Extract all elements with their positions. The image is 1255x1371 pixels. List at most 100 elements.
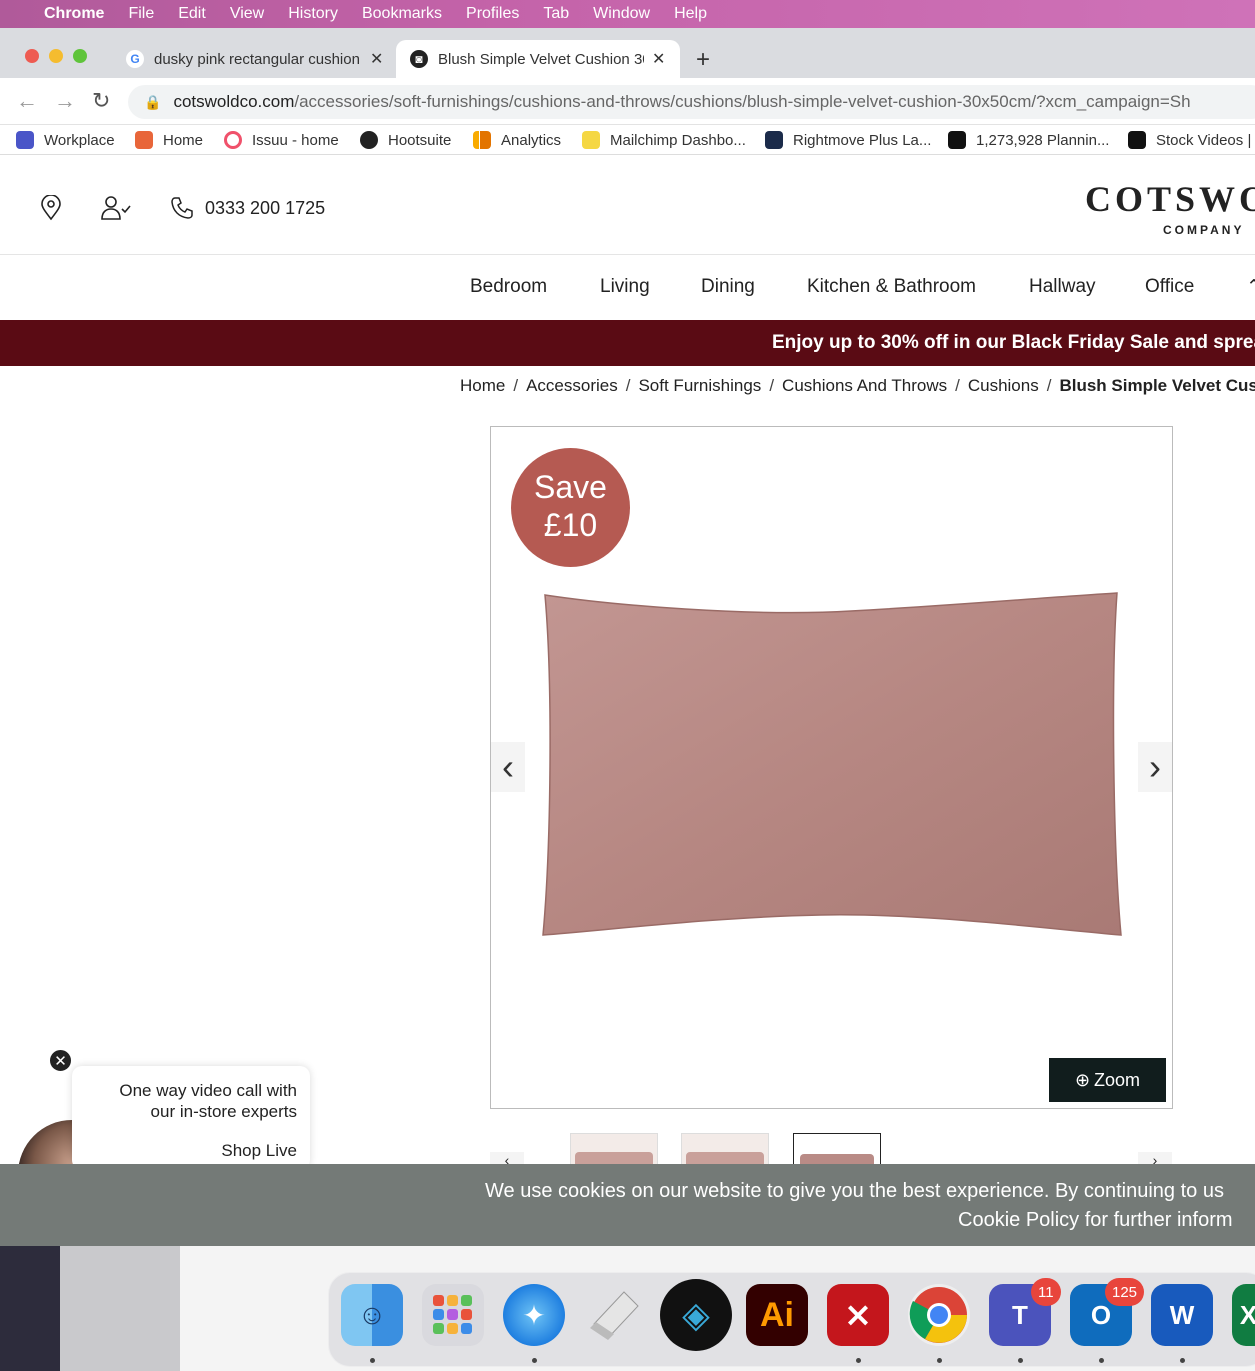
cookie-policy-link[interactable]: Cookie Policy for further inform [958,1209,1233,1232]
promo-banner[interactable]: Enjoy up to 30% off in our Black Friday … [0,320,1255,366]
bookmark-stock-videos[interactable]: Stock Videos | [1128,131,1251,149]
bookmark-home[interactable]: Home [135,131,203,149]
menu-history[interactable]: History [288,5,338,23]
menu-view[interactable]: View [230,5,264,23]
menu-app-name[interactable]: Chrome [44,5,104,23]
bookmark-label: Hootsuite [388,131,452,149]
url-path: /accessories/soft-furnishings/cushions-a… [294,92,1191,111]
video-call-popup[interactable]: One way video call with our in-store exp… [72,1066,310,1170]
cookie-banner: We use cookies on our website to give yo… [0,1164,1255,1246]
chevron-right-icon: › [1149,746,1161,787]
bookmark-hootsuite[interactable]: Hootsuite [360,131,451,149]
menu-profiles[interactable]: Profiles [466,5,519,23]
workplace-icon [16,131,34,149]
illustrator-label: Ai [760,1295,794,1334]
illustrator-icon[interactable]: Ai [746,1284,808,1346]
close-tab-icon[interactable]: ✕ [370,49,383,69]
nav-kitchen-bathroom[interactable]: Kitchen & Bathroom [807,276,976,298]
tab-cotswold-product[interactable]: ◙ Blush Simple Velvet Cushion 30x50cm ✕ [396,40,680,78]
breadcrumb-accessories[interactable]: Accessories [526,376,618,395]
zoom-label: Zoom [1094,1069,1141,1090]
finder-icon[interactable]: ☺ [341,1284,403,1346]
menu-window[interactable]: Window [593,5,650,23]
gallery-next-button[interactable]: › [1138,742,1172,792]
tab-google-search[interactable]: G dusky pink rectangular cushion ✕ [112,40,394,78]
menu-edit[interactable]: Edit [178,5,206,23]
bookmark-rightmove[interactable]: Rightmove Plus La... [765,131,931,149]
rightmove-icon [765,131,783,149]
bookmark-mailchimp[interactable]: Mailchimp Dashbo... [582,131,746,149]
cotswold-company-icon: ◙ [410,50,428,68]
new-tab-icon[interactable]: + [696,46,710,74]
mailchimp-icon [582,131,600,149]
safari-icon[interactable]: ✦ [503,1284,565,1346]
thumbnail-3[interactable] [793,1133,881,1167]
bookmark-analytics[interactable]: Analytics [473,131,561,149]
cookie-text-1: We use cookies on our website to give yo… [485,1180,1224,1202]
save-badge: Save £10 [511,448,630,567]
forward-icon[interactable]: → [54,88,76,114]
bookmark-planning[interactable]: 1,273,928 Plannin... [948,131,1109,149]
close-window-button[interactable] [25,49,39,63]
macos-menu-bar: Chrome File Edit View History Bookmarks … [0,0,1255,28]
bookmark-label: Rightmove Plus La... [793,131,932,149]
zoom-window-button[interactable] [73,49,87,63]
close-popup-icon[interactable]: ✕ [48,1048,73,1073]
nav-dining[interactable]: Dining [701,276,755,298]
breadcrumb-separator: / [769,376,775,395]
bookmark-issuu[interactable]: Issuu - home [224,131,339,149]
breadcrumb-cushions-and-throws[interactable]: Cushions And Throws [782,376,947,395]
breadcrumb-home[interactable]: Home [460,376,505,395]
reload-icon[interactable]: ↻ [92,88,110,114]
menu-file[interactable]: File [128,5,154,23]
nav-more-icon[interactable]: ⌃ [1246,276,1255,299]
gallery-prev-button[interactable]: ‹ [491,742,525,792]
bookmark-workplace[interactable]: Workplace [16,131,115,149]
breadcrumb-soft-furnishings[interactable]: Soft Furnishings [638,376,761,395]
analytics-icon [473,131,491,149]
zoom-button[interactable]: ⊕ Zoom [1049,1058,1166,1102]
bookmark-label: Home [163,131,204,149]
menu-bookmarks[interactable]: Bookmarks [362,5,442,23]
desktop-window-edge [60,1246,180,1371]
nav-hallway[interactable]: Hallway [1029,276,1096,298]
address-bar[interactable]: 🔒 cotswoldco.com/accessories/soft-furnis… [128,85,1255,119]
nav-bedroom[interactable]: Bedroom [470,276,547,298]
acrobat-icon[interactable]: ⨯ [827,1284,889,1346]
outlook-running-dot [1099,1358,1104,1363]
capture-one-icon[interactable]: ◈ [660,1279,732,1351]
teams-label: T [1012,1299,1028,1330]
bookmark-label: Mailchimp Dashbo... [610,131,746,149]
store-locator-icon[interactable] [40,195,62,221]
breadcrumb-cushions[interactable]: Cushions [968,376,1039,395]
minimize-window-button[interactable] [49,49,63,63]
breadcrumb-separator: / [1046,376,1052,395]
save-amount: £10 [543,507,598,543]
nav-office[interactable]: Office [1145,276,1194,298]
hootsuite-icon [360,131,378,149]
bookmark-label: Analytics [501,131,562,149]
breadcrumb-separator: / [513,376,519,395]
menu-tab[interactable]: Tab [543,5,569,23]
nav-living[interactable]: Living [600,276,650,298]
chrome-icon[interactable] [908,1284,970,1346]
breadcrumb: Home / Accessories / Soft Furnishings / Cushio… [460,376,1255,396]
phone-icon[interactable] [170,196,194,220]
preview-icon[interactable] [584,1284,646,1346]
lock-icon: 🔒 [144,93,162,110]
thumbnail-1[interactable] [570,1133,658,1167]
launchpad-icon[interactable] [422,1284,484,1346]
site-logo[interactable]: COTSWO [1085,178,1255,220]
word-icon[interactable]: W [1151,1284,1213,1346]
breadcrumb-separator: / [625,376,631,395]
excel-icon[interactable]: X [1232,1284,1255,1346]
shop-live-link[interactable]: Shop Live [72,1140,297,1161]
close-tab-icon[interactable]: ✕ [652,49,665,69]
account-icon[interactable] [100,195,132,221]
menu-help[interactable]: Help [674,5,707,23]
thumbnail-2[interactable] [681,1133,769,1167]
back-icon[interactable]: ← [16,88,38,114]
site-logo-sub: COMPANY [1163,223,1245,237]
phone-number[interactable]: 0333 200 1725 [205,198,325,219]
acrobat-running-dot [856,1358,861,1363]
